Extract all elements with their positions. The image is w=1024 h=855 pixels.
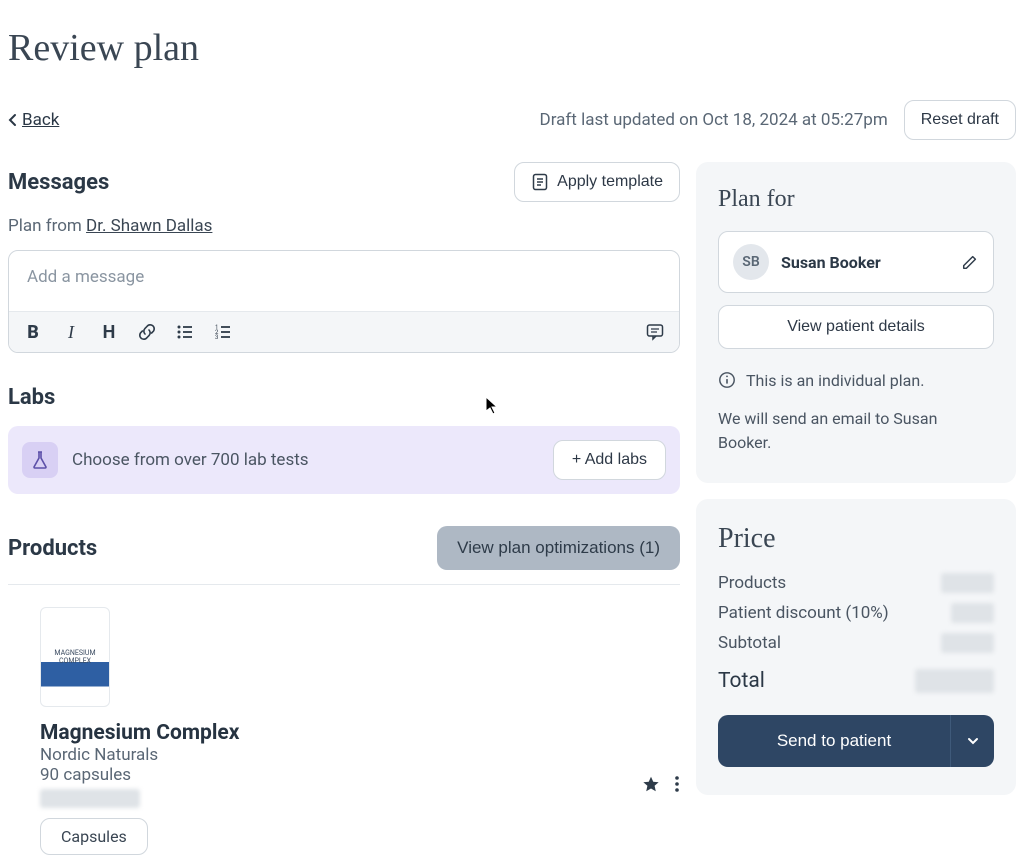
- product-image: MAGNESIUM COMPLEX: [40, 607, 110, 707]
- price-redacted: XXXXXX: [915, 669, 994, 693]
- reset-draft-button[interactable]: Reset draft: [904, 100, 1016, 140]
- bullet-list-icon[interactable]: [175, 322, 195, 342]
- apply-template-label: Apply template: [557, 173, 663, 191]
- patient-name: Susan Booker: [781, 253, 949, 272]
- product-price-redacted: XXXXXXXXXX: [40, 789, 140, 808]
- patient-row[interactable]: SB Susan Booker: [718, 231, 994, 293]
- info-icon: [718, 371, 736, 389]
- apply-template-button[interactable]: Apply template: [514, 162, 680, 202]
- price-redacted: XXXXX: [941, 633, 994, 653]
- price-card: Price Products XXXXX Patient discount (1…: [696, 499, 1016, 795]
- labs-banner-text: Choose from over 700 lab tests: [72, 450, 539, 470]
- view-patient-details-button[interactable]: View patient details: [718, 305, 994, 349]
- provider-link[interactable]: Dr. Shawn Dallas: [86, 216, 212, 236]
- send-dropdown-button[interactable]: [950, 715, 994, 767]
- italic-icon[interactable]: I: [61, 322, 81, 342]
- chevron-down-icon: [966, 734, 980, 748]
- plan-for-card: Plan for SB Susan Booker View patient de…: [696, 162, 1016, 483]
- comment-icon[interactable]: [645, 322, 665, 342]
- svg-text:3: 3: [215, 334, 218, 341]
- product-form-pill[interactable]: Capsules: [40, 818, 148, 855]
- chevron-left-icon: [8, 113, 18, 127]
- numbered-list-icon[interactable]: 123: [213, 322, 233, 342]
- product-brand: Nordic Naturals: [40, 745, 680, 765]
- divider: [8, 584, 680, 585]
- heading-icon[interactable]: H: [99, 322, 119, 342]
- favorite-icon[interactable]: [642, 775, 660, 793]
- email-note: We will send an email to Susan Booker.: [718, 407, 994, 455]
- price-redacted: XXXXX: [941, 573, 994, 593]
- price-row-total: Total XXXXXX: [718, 669, 994, 693]
- bold-icon[interactable]: B: [23, 322, 43, 342]
- product-name: Magnesium Complex: [40, 721, 680, 745]
- labs-heading: Labs: [8, 385, 680, 410]
- flask-icon: [22, 442, 58, 478]
- more-icon[interactable]: [674, 775, 680, 793]
- price-row-subtotal: Subtotal XXXXX: [718, 633, 994, 653]
- labs-banner: Choose from over 700 lab tests + Add lab…: [8, 426, 680, 494]
- edit-icon[interactable]: [961, 253, 979, 271]
- template-icon: [531, 173, 549, 191]
- add-labs-button[interactable]: + Add labs: [553, 440, 666, 480]
- link-icon[interactable]: [137, 322, 157, 342]
- draft-timestamp: Draft last updated on Oct 18, 2024 at 05…: [540, 110, 888, 130]
- price-redacted: XXXX: [951, 603, 994, 623]
- message-editor: Add a message B I H 123: [8, 250, 680, 353]
- back-label: Back: [22, 110, 59, 130]
- send-to-patient-button[interactable]: Send to patient: [718, 715, 950, 767]
- price-row-discount: Patient discount (10%) XXXX: [718, 603, 994, 623]
- page-title: Review plan: [8, 26, 1016, 70]
- plan-from-line: Plan from Dr. Shawn Dallas: [8, 216, 680, 236]
- messages-heading: Messages: [8, 170, 109, 195]
- product-card: MAGNESIUM COMPLEX Magnesium Complex Nord…: [8, 607, 680, 855]
- avatar: SB: [733, 244, 769, 280]
- price-row-products: Products XXXXX: [718, 573, 994, 593]
- individual-plan-note: This is an individual plan.: [746, 369, 924, 393]
- message-textarea[interactable]: Add a message: [9, 251, 679, 311]
- product-quantity: 90 capsules: [40, 765, 680, 785]
- plan-for-heading: Plan for: [718, 186, 994, 213]
- view-optimizations-button[interactable]: View plan optimizations (1): [437, 526, 680, 570]
- back-link[interactable]: Back: [8, 110, 59, 130]
- products-heading: Products: [8, 536, 97, 561]
- price-heading: Price: [718, 523, 994, 555]
